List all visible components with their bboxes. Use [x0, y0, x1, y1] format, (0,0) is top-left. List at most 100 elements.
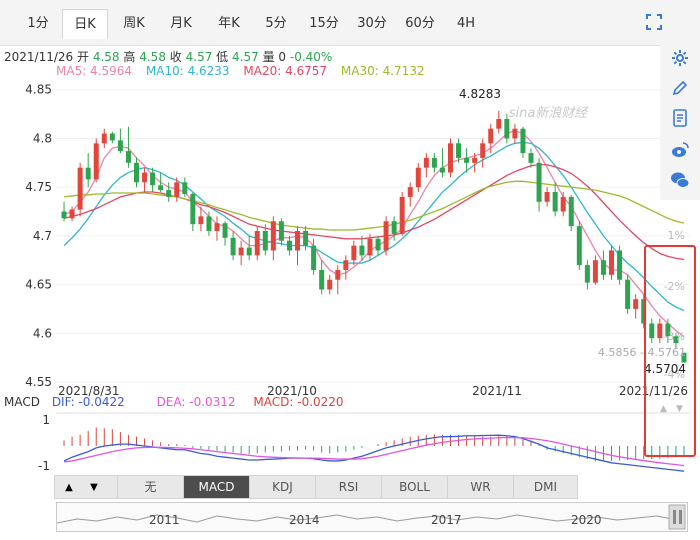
candle — [447, 138, 453, 178]
price-tick: 4.7 — [33, 229, 52, 243]
candle — [166, 182, 172, 202]
candle — [625, 274, 631, 314]
price-axis: 4.85 4.8 4.75 4.7 4.65 4.6 4.55 — [25, 83, 52, 389]
down-arrow-button[interactable]: ▼ — [85, 480, 103, 496]
pencil-icon[interactable] — [670, 78, 690, 98]
candle — [560, 192, 566, 217]
price-tick: 4.6 — [33, 326, 52, 340]
candle — [222, 221, 228, 246]
candle — [327, 274, 333, 295]
tab-dmi[interactable]: DMI — [513, 476, 577, 498]
candle — [600, 250, 606, 280]
candle — [407, 182, 413, 207]
pct-label: 1% — [668, 229, 685, 242]
candle — [576, 221, 582, 270]
macd-axis: 1 -1 — [38, 413, 50, 473]
ma-lines — [63, 129, 685, 338]
candle — [480, 138, 486, 168]
candle — [85, 153, 91, 188]
candle — [359, 235, 365, 261]
candle — [278, 218, 284, 246]
candle — [496, 110, 502, 134]
candle — [592, 255, 598, 285]
candle — [399, 192, 405, 236]
ma5-line — [63, 129, 685, 338]
candle — [109, 131, 115, 144]
candle — [351, 240, 357, 266]
candle — [439, 148, 445, 178]
tab-none[interactable]: 无 — [117, 476, 183, 498]
price-tick: 4.8 — [33, 131, 52, 145]
macd-axis-label: 1 — [42, 413, 50, 427]
nav-year: 2011 — [149, 513, 180, 527]
candle — [254, 226, 260, 261]
candle — [423, 153, 429, 178]
tab-boll[interactable]: BOLL — [381, 476, 447, 498]
candle — [633, 294, 639, 319]
indicator-tab-bar: ▲ ▼ 无 MACD KDJ RSI BOLL WR DMI — [54, 475, 578, 499]
candle — [133, 157, 139, 188]
chart-grid — [56, 89, 690, 383]
highlight-box — [644, 245, 696, 457]
candle — [150, 167, 156, 193]
candle — [77, 162, 83, 217]
watermark: sina新浪财经 — [509, 105, 590, 121]
macd-dif: DIF: -0.0422 — [51, 395, 125, 409]
macd-axis-label: -1 — [38, 459, 50, 473]
candle — [528, 148, 534, 168]
nav-year: 2020 — [571, 513, 602, 527]
candle — [520, 126, 526, 158]
candle — [93, 138, 99, 183]
tab-wr[interactable]: WR — [447, 476, 513, 498]
document-icon[interactable] — [670, 108, 690, 128]
price-tick: 4.65 — [25, 278, 52, 292]
candle — [190, 192, 196, 231]
macd-lines — [63, 434, 685, 472]
macd-legend: MACD DIF: -0.0422 DEA: -0.0312 MACD: -0.… — [4, 395, 344, 409]
candle — [536, 157, 542, 212]
ma10-line — [63, 141, 685, 312]
tab-macd[interactable]: MACD — [183, 476, 249, 498]
candle — [142, 167, 148, 193]
nav-year: 2014 — [289, 513, 320, 527]
candle — [343, 255, 349, 280]
price-tick: 4.55 — [25, 375, 52, 389]
candle — [238, 240, 244, 266]
settings-icon[interactable] — [670, 48, 690, 68]
tab-rsi[interactable]: RSI — [315, 476, 381, 498]
candle — [375, 235, 381, 256]
date-label: 2021/11 — [472, 384, 522, 398]
macd-histogram — [63, 427, 685, 461]
candle — [182, 177, 188, 197]
macd-title: MACD — [4, 395, 40, 409]
tool-sidebar — [660, 40, 700, 200]
time-navigator[interactable]: 2011 2014 2017 2020 — [56, 502, 688, 532]
weibo-icon[interactable] — [670, 140, 690, 160]
high-annotation: 4.8283 — [459, 87, 501, 101]
nav-year: 2017 — [431, 513, 462, 527]
macd-dea: DEA: -0.0312 — [156, 395, 236, 409]
candle — [544, 187, 550, 207]
price-tick: 4.85 — [25, 83, 52, 97]
candle — [158, 172, 164, 193]
macd-value: MACD: -0.0220 — [253, 395, 344, 409]
candle — [431, 153, 437, 173]
tab-kdj[interactable]: KDJ — [249, 476, 315, 498]
candle — [609, 245, 615, 280]
candle — [512, 123, 518, 144]
candle — [101, 128, 107, 149]
candle — [286, 235, 292, 256]
candle — [117, 128, 123, 154]
candle — [303, 226, 309, 251]
up-arrow-button[interactable]: ▲ — [60, 480, 78, 496]
candle — [335, 265, 341, 295]
candle — [383, 216, 389, 256]
price-tick: 4.75 — [25, 180, 52, 194]
candle — [319, 260, 325, 295]
candle — [270, 216, 276, 261]
wechat-icon[interactable] — [670, 170, 690, 190]
candle — [568, 194, 574, 231]
candle — [295, 226, 301, 266]
candle — [214, 216, 220, 241]
candle — [246, 235, 252, 261]
